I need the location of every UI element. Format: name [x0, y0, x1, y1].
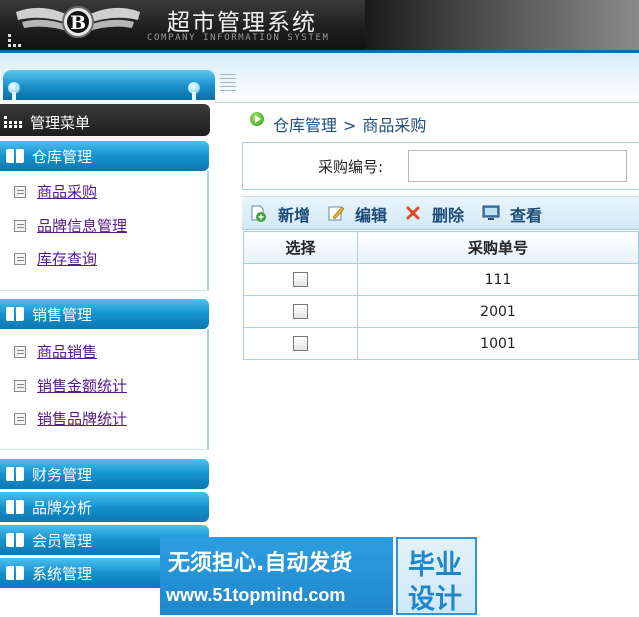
sidebar-item-sales-amount[interactable]: 销售金额统计	[37, 375, 127, 396]
sidebar-top-cap	[3, 70, 215, 100]
header-right-band	[365, 0, 639, 52]
grid-icon	[4, 116, 22, 128]
add-icon[interactable]	[249, 204, 267, 222]
row-checkbox[interactable]	[293, 272, 308, 287]
order-no-cell: 1001	[357, 327, 639, 360]
band-divider	[214, 102, 639, 103]
splitter-grip-icon[interactable]	[220, 72, 236, 94]
app-subtitle: COMPANY INFORMATION SYSTEM	[147, 33, 330, 43]
select-cell	[243, 295, 358, 328]
document-icon	[14, 346, 26, 358]
sidebar-item-stock-query[interactable]: 库存查询	[37, 248, 97, 269]
order-no-cell: 111	[357, 263, 639, 296]
sidebar-group-label[interactable]: 会员管理	[32, 530, 92, 551]
book-icon	[6, 566, 26, 580]
book-icon	[6, 533, 26, 547]
row-checkbox[interactable]	[293, 336, 308, 351]
watermark-slogan: 无须担心.自动发货	[168, 551, 353, 576]
breadcrumb: 仓库管理 > 商品采购	[273, 112, 426, 136]
table-row[interactable]: 2001	[243, 295, 639, 328]
arrow-right-icon	[250, 112, 264, 126]
pin-knob-icon	[6, 82, 22, 102]
row-checkbox[interactable]	[293, 304, 308, 319]
breadcrumb-current: 商品采购	[362, 116, 427, 135]
purchase-no-input[interactable]	[408, 150, 627, 182]
order-no-cell: 2001	[357, 295, 639, 328]
select-cell	[243, 263, 358, 296]
document-icon	[14, 253, 26, 265]
table-row[interactable]: 111	[243, 263, 639, 296]
watermark-badge-line2: 设计	[408, 584, 462, 615]
sidebar-item-brand-info[interactable]: 品牌信息管理	[37, 215, 127, 236]
sidebar-group-label[interactable]: 系统管理	[32, 563, 92, 584]
purchase-table: 选择 采购单号 111 2001 1001	[243, 231, 639, 360]
sidebar-item-purchase[interactable]: 商品采购	[37, 181, 97, 202]
sidebar-group-label[interactable]: 仓库管理	[32, 146, 92, 167]
document-icon	[14, 220, 26, 232]
watermark-banner: 无须担心.自动发货 www.51topmind.com 毕业 设计	[160, 537, 477, 615]
edit-button[interactable]: 编辑	[355, 202, 387, 226]
sidebar-item-sales-brand[interactable]: 销售品牌统计	[37, 408, 127, 429]
view-icon[interactable]	[482, 204, 500, 222]
document-icon	[14, 380, 26, 392]
edit-icon[interactable]	[327, 204, 345, 222]
breadcrumb-separator: >	[343, 116, 357, 135]
breadcrumb-parent[interactable]: 仓库管理	[273, 116, 337, 135]
table-row[interactable]: 1001	[243, 327, 639, 360]
column-header-order-no[interactable]: 采购单号	[357, 231, 639, 264]
pin-knob-icon	[186, 82, 202, 102]
app-header: B 超市管理系统 COMPANY INFORMATION SYSTEM	[0, 0, 639, 53]
winged-b-logo: B	[16, 6, 140, 38]
sidebar-group-label[interactable]: 销售管理	[32, 304, 92, 325]
document-icon	[14, 413, 26, 425]
view-button[interactable]: 查看	[510, 202, 542, 226]
delete-icon[interactable]	[404, 204, 422, 222]
header-grip-icon	[8, 34, 24, 48]
book-icon	[6, 467, 26, 481]
watermark-url: www.51topmind.com	[166, 585, 346, 605]
menu-title: 管理菜单	[30, 114, 91, 132]
sidebar-item-product-sales[interactable]: 商品销售	[37, 341, 97, 362]
app-title: 超市管理系统	[167, 10, 317, 36]
table-header-row: 选择 采购单号	[243, 231, 639, 264]
add-button[interactable]: 新增	[278, 202, 310, 226]
watermark-left-panel: 无须担心.自动发货 www.51topmind.com	[160, 537, 393, 615]
book-icon	[6, 500, 26, 514]
book-icon	[6, 149, 26, 163]
delete-button[interactable]: 删除	[432, 202, 464, 226]
watermark-badge: 毕业 设计	[396, 537, 477, 615]
select-cell	[243, 327, 358, 360]
logo-letter: B	[70, 12, 86, 34]
document-icon	[14, 186, 26, 198]
book-icon	[6, 307, 26, 321]
sidebar-group-label[interactable]: 品牌分析	[32, 497, 92, 518]
purchase-no-label: 采购编号:	[318, 158, 384, 176]
sidebar-group-label[interactable]: 财务管理	[32, 464, 92, 485]
column-header-select: 选择	[243, 231, 358, 264]
